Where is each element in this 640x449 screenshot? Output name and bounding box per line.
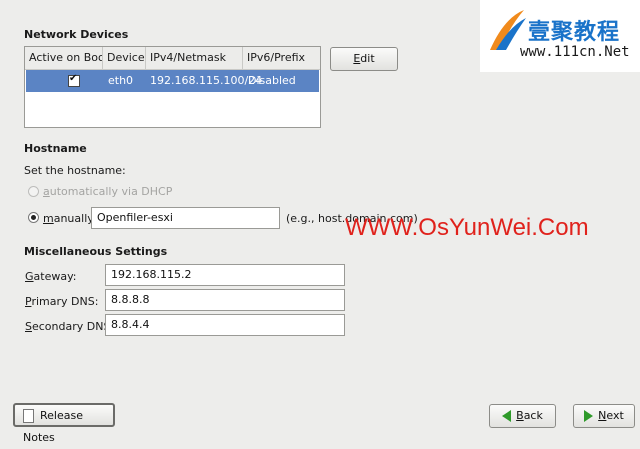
primary-dns-label: Primary DNS: (25, 295, 98, 308)
table-header: Active on Boot Device IPv4/Netmask IPv6/… (25, 47, 320, 70)
device-cell: eth0 (108, 74, 134, 87)
gateway-label: Gateway: (25, 270, 77, 283)
column-header-ipv6[interactable]: IPv6/Prefix (243, 47, 320, 69)
network-devices-table[interactable]: Active on Boot Device IPv4/Netmask IPv6/… (24, 46, 321, 128)
hostname-title: Hostname (24, 142, 87, 155)
primary-dns-input[interactable]: 8.8.8.8 (105, 289, 345, 311)
table-row[interactable]: eth0 192.168.115.100/24 Disabled (26, 70, 319, 92)
edit-button[interactable]: Edit (330, 47, 398, 71)
watermark-logo: 壹聚教程 www.111cn.Net (480, 0, 640, 72)
active-on-boot-checkbox[interactable] (68, 73, 80, 87)
secondary-dns-label: Secondary DNS: (25, 320, 114, 333)
dhcp-mnemonic: a (43, 185, 50, 198)
manual-label-rest: anually (53, 212, 94, 225)
primary-dns-label-rest: rimary DNS: (31, 295, 99, 308)
gateway-input[interactable]: 192.168.115.2 (105, 264, 345, 286)
manual-mnemonic: m (43, 212, 54, 225)
ipv6-cell: Disabled (248, 74, 296, 87)
logo-text: 壹聚教程 (528, 20, 621, 45)
gateway-label-rest: ateway: (33, 270, 77, 283)
manual-label: manually (43, 212, 94, 225)
watermark-overlay-text: WWW.OsYunWei.Com (345, 214, 589, 241)
next-label-rest: ext (606, 409, 624, 422)
back-button[interactable]: Back (489, 404, 556, 428)
misc-settings-title: Miscellaneous Settings (24, 245, 168, 258)
back-label-rest: ack (523, 409, 543, 422)
document-icon (23, 409, 34, 423)
secondary-dns-input[interactable]: 8.8.4.4 (105, 314, 345, 336)
ipv4-cell: 192.168.115.100/24 (150, 74, 263, 87)
right-arrow-icon (584, 410, 594, 422)
manual-radio[interactable] (28, 212, 39, 223)
column-header-ipv4[interactable]: IPv4/Netmask (146, 47, 243, 69)
hostname-prompt: Set the hostname: (24, 164, 126, 177)
network-devices-title: Network Devices (24, 28, 129, 41)
release-notes-button[interactable]: Release Notes (13, 403, 115, 444)
hostname-input[interactable]: Openfiler-esxi (91, 207, 280, 229)
column-header-device[interactable]: Device (103, 47, 146, 69)
dhcp-label: automatically via DHCP (43, 185, 172, 198)
gateway-mnemonic: G (25, 270, 34, 283)
dhcp-radio[interactable] (28, 186, 39, 197)
secondary-dns-label-rest: econdary DNS: (31, 320, 115, 333)
logo-url: www.111cn.Net (520, 44, 630, 60)
next-button[interactable]: Next (573, 404, 635, 428)
column-header-active[interactable]: Active on Boot (25, 47, 103, 69)
left-arrow-icon (502, 410, 512, 422)
dhcp-label-rest: utomatically via DHCP (49, 185, 173, 198)
edit-label-rest: dit (360, 52, 375, 65)
back-mnemonic: B (516, 409, 524, 422)
secondary-dns-mnemonic: S (25, 320, 32, 333)
